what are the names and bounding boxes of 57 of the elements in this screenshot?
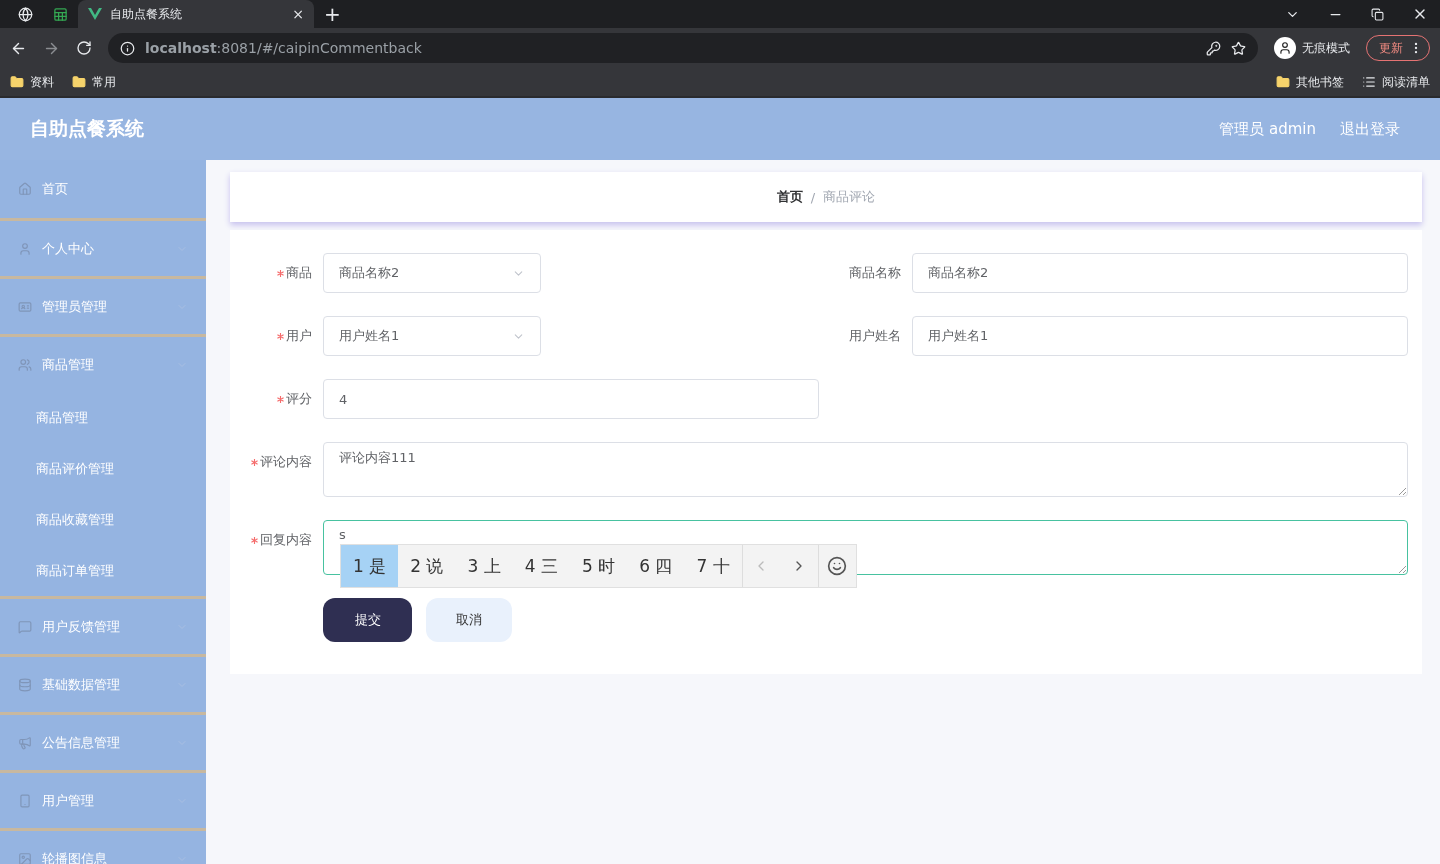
- select-field[interactable]: 商品名称2: [323, 253, 541, 293]
- bookmark-folder[interactable]: 资料: [10, 73, 54, 91]
- list-icon: [1362, 75, 1376, 89]
- key-icon[interactable]: [1206, 40, 1221, 56]
- bookmark-folder[interactable]: 阅读清单: [1362, 73, 1430, 91]
- menu-icon: [18, 241, 32, 256]
- folder-icon: [10, 75, 24, 89]
- tab-title: 自助点餐系统: [110, 5, 183, 23]
- tab-close[interactable]: ×: [292, 6, 304, 22]
- menu-icon: [18, 619, 32, 634]
- address-bar[interactable]: localhost:8081/#/caipinCommentback: [108, 33, 1258, 63]
- menu-icon: [18, 182, 32, 196]
- ime-candidate[interactable]: 1 是: [341, 545, 399, 587]
- bookmark-folder[interactable]: 常用: [72, 73, 116, 91]
- browser-tab[interactable]: 自助点餐系统 ×: [78, 0, 314, 28]
- emoji-icon[interactable]: [827, 556, 848, 576]
- restore-icon[interactable]: [1371, 7, 1384, 21]
- input-field[interactable]: 4: [323, 379, 819, 419]
- breadcrumb-separator: /: [810, 189, 816, 205]
- url-text: localhost:8081/#/caipinCommentback: [145, 40, 422, 56]
- bookmark-folder[interactable]: 其他书签: [1276, 73, 1344, 91]
- textarea-field[interactable]: 评论内容111: [323, 442, 1408, 497]
- field-label: 商品: [286, 264, 312, 282]
- field-label: 用户: [286, 327, 312, 345]
- folder-icon: [1276, 75, 1290, 89]
- menu-icon: [18, 851, 32, 864]
- menu-icon: [18, 735, 32, 750]
- user-label: 管理员 admin: [1219, 119, 1316, 139]
- v-logo-icon: [88, 8, 102, 20]
- sheet-icon: [53, 6, 68, 22]
- reload-icon[interactable]: [76, 40, 92, 56]
- folder-icon: [72, 75, 86, 89]
- resize-grip-icon: [1398, 565, 1406, 573]
- menu-icon: [18, 299, 32, 314]
- breadcrumb-link[interactable]: 首页: [776, 188, 803, 206]
- field-label: 评论内容: [260, 453, 312, 471]
- menu-icon: [18, 357, 32, 372]
- menu-icon: [18, 793, 32, 808]
- update-button[interactable]: 更新: [1366, 35, 1430, 61]
- select-field[interactable]: 用户姓名1: [323, 316, 541, 356]
- input-field[interactable]: 商品名称2: [912, 253, 1408, 293]
- field-label: 商品名称: [849, 264, 901, 282]
- incognito-avatar[interactable]: [1274, 37, 1296, 59]
- new-tab-button[interactable]: +: [314, 0, 351, 28]
- menu-icon: [18, 677, 32, 692]
- app-title: 自助点餐系统: [30, 116, 144, 141]
- bookmark-star-icon[interactable]: [1231, 40, 1246, 56]
- cancel-button[interactable]: 取消: [426, 598, 512, 642]
- field-label: 回复内容: [260, 531, 312, 549]
- profile-label: 无痕模式: [1302, 39, 1350, 57]
- globe-icon: [18, 6, 33, 22]
- submit-button[interactable]: 提交: [323, 598, 412, 642]
- info-icon: [120, 40, 135, 56]
- input-field[interactable]: 用户姓名1: [912, 316, 1408, 356]
- resize-grip-icon: [1398, 487, 1406, 495]
- field-label: 用户姓名: [849, 327, 901, 345]
- field-label: 评分: [286, 390, 312, 408]
